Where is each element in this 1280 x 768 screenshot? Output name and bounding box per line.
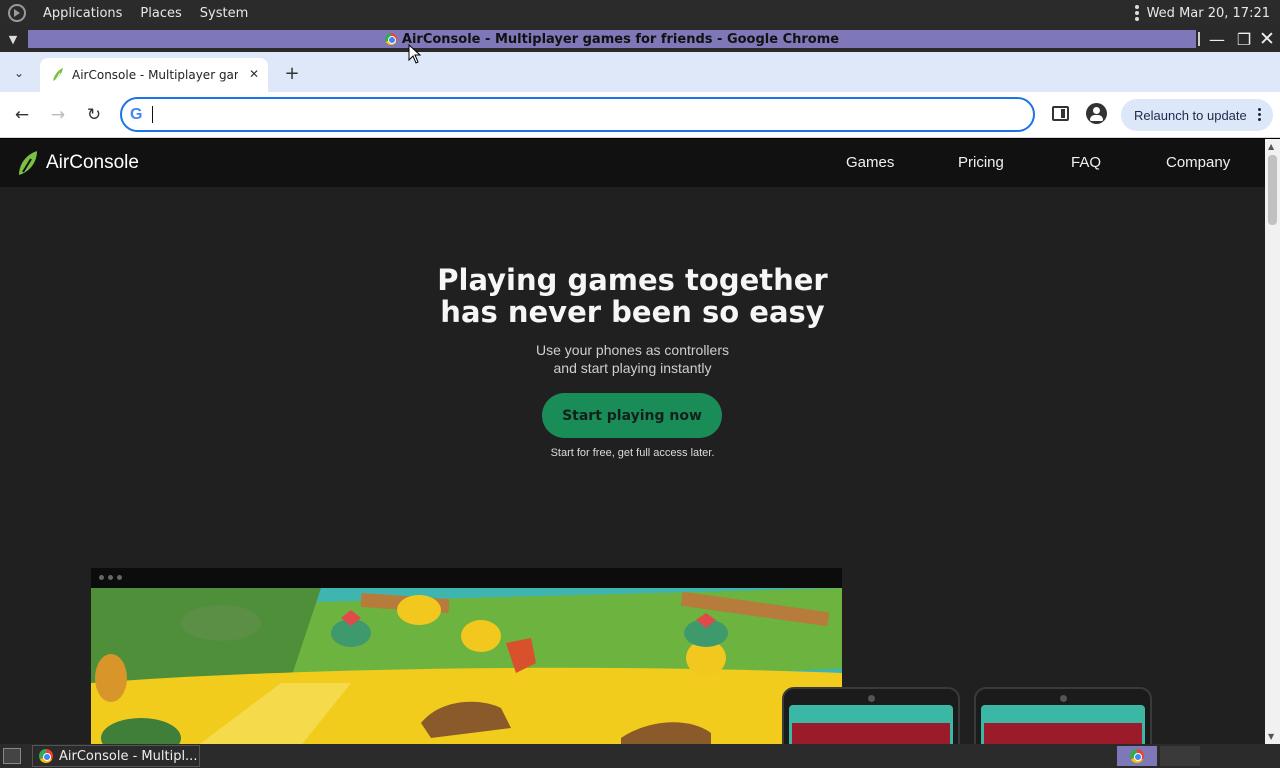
phone-screen: [981, 705, 1145, 744]
address-input[interactable]: [161, 106, 1022, 123]
nav-pricing-link[interactable]: Pricing: [958, 154, 1004, 171]
hero-title: Playing games together has never been so…: [0, 264, 1265, 328]
airconsole-favicon-icon: [53, 68, 63, 81]
chrome-logo-icon: [384, 33, 397, 45]
workspace-1[interactable]: [1117, 746, 1157, 766]
window-dots-icon: [99, 575, 122, 580]
show-desktop-icon[interactable]: [3, 748, 21, 764]
clock[interactable]: Wed Mar 20, 17:21: [1147, 6, 1270, 21]
close-icon[interactable]: ✕: [1256, 26, 1278, 52]
phone-screen-panel: [792, 723, 950, 744]
minimize-icon[interactable]: —: [1206, 26, 1228, 52]
hero-subtitle: Use your phones as controllers and start…: [0, 341, 1265, 377]
site-navbar: AirConsole Games Pricing FAQ Company: [0, 139, 1265, 187]
page-scrollbar[interactable]: ▲ ▼: [1265, 139, 1280, 744]
tab-search-chevron-icon[interactable]: ⌄: [6, 62, 32, 84]
google-g-icon: G: [130, 105, 143, 123]
relaunch-button[interactable]: Relaunch to update: [1121, 99, 1273, 131]
applications-menu[interactable]: Applications: [34, 6, 131, 21]
brand-name: AirConsole: [46, 152, 139, 173]
relaunch-label: Relaunch to update: [1134, 107, 1247, 123]
back-arrow-icon[interactable]: ←: [10, 103, 34, 127]
forward-arrow-icon[interactable]: →: [46, 103, 70, 127]
hero-title-line-1: Playing games together: [437, 263, 828, 297]
tab-strip: ⌄ AirConsole - Multiplayer games for fri…: [0, 52, 1280, 92]
phone-camera: [868, 695, 875, 702]
tab-close-icon[interactable]: ✕: [246, 66, 262, 82]
nav-company-link[interactable]: Company: [1166, 154, 1230, 171]
window-titlebar[interactable]: ▼ AirConsole - Multiplayer games for fri…: [0, 26, 1280, 52]
chrome-menu-kebab-icon[interactable]: [1258, 108, 1261, 121]
address-bar[interactable]: G: [120, 97, 1035, 132]
system-menu[interactable]: System: [191, 6, 257, 21]
new-tab-plus-icon[interactable]: +: [280, 62, 304, 84]
maximize-icon[interactable]: ❐: [1233, 26, 1255, 52]
top-panel: Applications Places System Wed Mar 20, 1…: [0, 0, 1280, 26]
window-title-text: AirConsole - Multiplayer games for frien…: [401, 31, 840, 47]
game-preview-window: [91, 568, 842, 744]
chevron-down-icon[interactable]: ▼: [0, 26, 26, 52]
window-title[interactable]: AirConsole - Multiplayer games for frien…: [28, 30, 1196, 48]
page-viewport: AirConsole Games Pricing FAQ Company Pla…: [0, 139, 1280, 744]
titlebar-divider: [1198, 32, 1200, 46]
cta-note: Start for free, get full access later.: [550, 447, 715, 459]
browser-tab[interactable]: AirConsole - Multiplayer games for frien…: [40, 58, 268, 92]
browser-toolbar: ← → ↻ G Relaunch to update: [0, 92, 1280, 138]
taskbar-window-label: AirConsole - Multipl...: [59, 748, 198, 764]
scroll-up-arrow-icon[interactable]: ▲: [1268, 142, 1274, 151]
nav-faq-link[interactable]: FAQ: [1071, 154, 1101, 171]
start-playing-button[interactable]: Start playing now: [542, 393, 722, 438]
scroll-down-arrow-icon[interactable]: ▼: [1268, 732, 1274, 741]
phone-controller-2: [974, 687, 1152, 744]
phone-controller-1: [782, 687, 960, 744]
hero-subtitle-line-1: Use your phones as controllers: [536, 342, 729, 358]
phone-screen: [789, 705, 953, 744]
tab-title: AirConsole - Multiplayer games for frien…: [72, 68, 238, 82]
places-menu[interactable]: Places: [131, 6, 190, 21]
nav-games-link[interactable]: Games: [846, 154, 894, 171]
mouse-cursor-icon: [408, 44, 422, 64]
panel-kebab-icon[interactable]: [1134, 5, 1139, 21]
side-panel-icon[interactable]: [1052, 106, 1069, 121]
hero-title-line-2: has never been so easy: [440, 295, 825, 329]
brand-link[interactable]: AirConsole: [16, 150, 139, 176]
scroll-thumb[interactable]: [1268, 155, 1277, 225]
phone-screen-panel: [984, 723, 1142, 744]
profile-avatar-icon[interactable]: [1086, 103, 1107, 124]
game-screenshot: [91, 588, 842, 744]
airconsole-logo-icon: [19, 151, 37, 175]
reload-icon[interactable]: ↻: [82, 103, 106, 127]
text-caret: [152, 106, 154, 123]
chrome-logo-icon: [1130, 749, 1144, 763]
workspace-2[interactable]: [1160, 746, 1200, 766]
chrome-logo-icon: [39, 749, 53, 763]
gnome-foot-icon[interactable]: [8, 4, 26, 22]
hero-subtitle-line-2: and start playing instantly: [553, 360, 712, 376]
taskbar-chrome-window[interactable]: AirConsole - Multipl...: [32, 745, 200, 767]
phone-camera: [1060, 695, 1067, 702]
taskbar: AirConsole - Multipl...: [0, 744, 1280, 768]
